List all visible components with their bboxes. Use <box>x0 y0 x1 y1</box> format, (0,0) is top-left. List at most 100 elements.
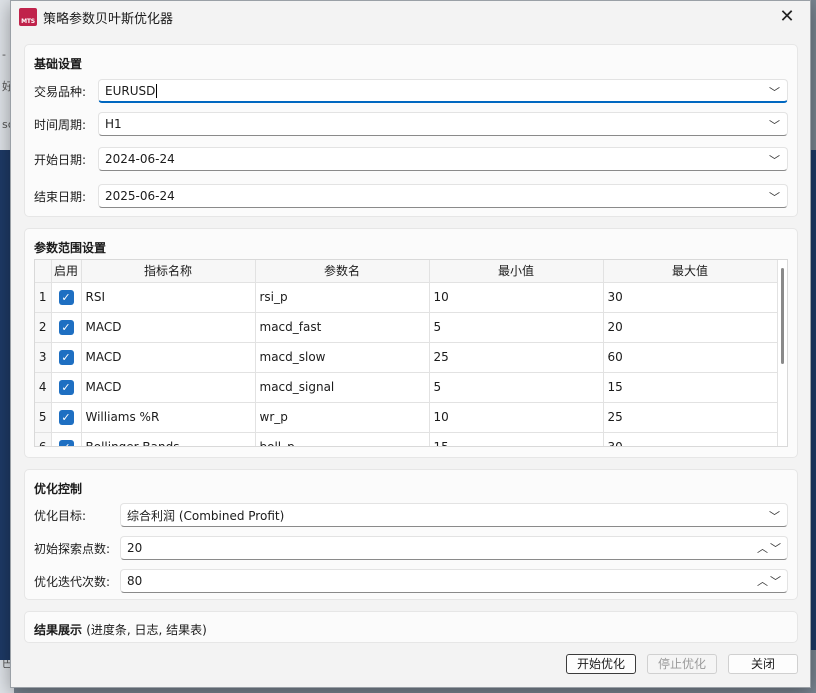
chevron-down-icon[interactable]: ﹀ <box>769 152 781 167</box>
param-name-cell[interactable]: wr_p <box>255 402 430 433</box>
enable-checkbox-cell[interactable]: ✓ <box>51 402 82 433</box>
param-table[interactable]: 启用 指标名称 参数名 最小值 最大值 1 ✓ RSI rsi_p 10 30 2 ✓ MACD… <box>34 259 788 447</box>
optimization-control-group: 优化控制 优化目标: 综合利润 (Combined Profit) ﹀ 初始探索… <box>24 469 798 600</box>
min-value-cell[interactable]: 10 <box>429 402 604 433</box>
checkbox-checked-icon[interactable]: ✓ <box>58 409 74 425</box>
spinbox-value: 80 <box>127 574 143 588</box>
spin-arrows-icon[interactable]: ︿﹀ <box>757 573 783 589</box>
chevron-down-icon[interactable]: ﹀ <box>769 508 781 523</box>
init-points-spinbox[interactable]: 20 ︿﹀ <box>120 536 788 560</box>
spinbox-value: 20 <box>127 541 143 555</box>
indicator-cell[interactable]: MACD <box>81 372 256 403</box>
column-header[interactable]: 最大值 <box>603 260 778 283</box>
text-caret <box>156 83 158 98</box>
chevron-down-icon[interactable]: ﹀ <box>769 117 781 132</box>
max-value-cell[interactable]: 60 <box>603 342 778 373</box>
close-button[interactable]: 关闭 <box>728 654 798 674</box>
app-logo-icon: MTS <box>19 8 37 26</box>
close-window-button[interactable]: ✕ <box>764 1 810 31</box>
table-row[interactable]: 2 ✓ MACD macd_fast 5 20 <box>35 312 778 343</box>
param-range-group: 参数范围设置 启用 指标名称 参数名 最小值 最大值 1 ✓ RSI rsi_p 1 <box>24 228 798 458</box>
table-row[interactable]: 1 ✓ RSI rsi_p 10 30 <box>35 282 778 313</box>
field-label: 优化目标: <box>34 508 87 523</box>
indicator-cell[interactable]: MACD <box>81 342 256 373</box>
column-header[interactable]: 最小值 <box>429 260 604 283</box>
iterations-row: 优化迭代次数: 80 ︿﹀ <box>34 569 788 593</box>
min-value-cell[interactable]: 15 <box>429 432 604 446</box>
max-value-cell[interactable]: 25 <box>603 402 778 433</box>
max-value-cell[interactable]: 30 <box>603 432 778 446</box>
symbol-row: 交易品种: EURUSD ﹀ <box>34 79 788 103</box>
table-row[interactable]: 4 ✓ MACD macd_signal 5 15 <box>35 372 778 403</box>
column-header[interactable]: 参数名 <box>255 260 430 283</box>
close-icon: ✕ <box>779 5 795 27</box>
indicator-cell[interactable]: Bollinger Bands <box>81 432 256 446</box>
param-name-cell[interactable]: macd_fast <box>255 312 430 343</box>
enable-checkbox-cell[interactable]: ✓ <box>51 282 82 313</box>
target-row: 优化目标: 综合利润 (Combined Profit) ﹀ <box>34 503 788 527</box>
end-date-row: 结束日期: 2025-06-24 ﹀ <box>34 184 788 208</box>
group-title: 参数范围设置 <box>34 241 107 255</box>
min-value-cell[interactable]: 25 <box>429 342 604 373</box>
checkbox-checked-icon[interactable]: ✓ <box>58 379 74 395</box>
column-header[interactable]: 指标名称 <box>81 260 256 283</box>
table-row[interactable]: 6 ✓ Bollinger Bands boll_p 15 30 <box>35 432 778 446</box>
max-value-cell[interactable]: 15 <box>603 372 778 403</box>
start-date-picker[interactable]: 2024-06-24 ﹀ <box>98 147 788 171</box>
field-label: 开始日期: <box>34 152 87 167</box>
iterations-spinbox[interactable]: 80 ︿﹀ <box>120 569 788 593</box>
min-value-cell[interactable]: 5 <box>429 372 604 403</box>
bg-fragment: - <box>2 48 6 61</box>
checkbox-checked-icon[interactable]: ✓ <box>58 289 74 305</box>
enable-checkbox-cell[interactable]: ✓ <box>51 372 82 403</box>
min-value-cell[interactable]: 5 <box>429 312 604 343</box>
group-title: 基础设置 <box>34 57 83 71</box>
target-combobox[interactable]: 综合利润 (Combined Profit) ﹀ <box>120 503 788 527</box>
stop-optimization-button[interactable]: 停止优化 <box>647 654 717 674</box>
row-number: 1 <box>35 282 52 313</box>
param-name-cell[interactable]: macd_slow <box>255 342 430 373</box>
results-group: 结果展示 (进度条, 日志, 结果表) <box>24 611 798 643</box>
min-value-cell[interactable]: 10 <box>429 282 604 313</box>
enable-checkbox-cell[interactable]: ✓ <box>51 342 82 373</box>
row-number: 6 <box>35 432 52 446</box>
combobox-value: 综合利润 (Combined Profit) <box>127 508 285 523</box>
spin-arrows-icon[interactable]: ︿﹀ <box>757 540 783 556</box>
indicator-cell[interactable]: MACD <box>81 312 256 343</box>
basic-settings-group: 基础设置 交易品种: EURUSD ﹀ 时间周期: H1 ﹀ 开始日期: 202… <box>24 44 798 217</box>
group-title: 优化控制 <box>34 482 83 496</box>
table-row[interactable]: 3 ✓ MACD macd_slow 25 60 <box>35 342 778 373</box>
results-subtitle: (进度条, 日志, 结果表) <box>86 623 207 637</box>
checkbox-checked-icon[interactable]: ✓ <box>58 349 74 365</box>
enable-checkbox-cell[interactable]: ✓ <box>51 432 82 446</box>
chevron-down-icon[interactable]: ﹀ <box>769 189 781 204</box>
param-name-cell[interactable]: rsi_p <box>255 282 430 313</box>
symbol-combobox[interactable]: EURUSD ﹀ <box>98 79 788 103</box>
checkbox-checked-icon[interactable]: ✓ <box>58 319 74 335</box>
field-label: 结束日期: <box>34 189 87 204</box>
param-name-cell[interactable]: macd_signal <box>255 372 430 403</box>
indicator-cell[interactable]: RSI <box>81 282 256 313</box>
table-scrollbar[interactable] <box>781 268 784 364</box>
table-header-row: 启用 指标名称 参数名 最小值 最大值 <box>35 260 778 283</box>
indicator-cell[interactable]: Williams %R <box>81 402 256 433</box>
column-header[interactable]: 启用 <box>51 260 82 283</box>
period-row: 时间周期: H1 ﹀ <box>34 112 788 136</box>
start-optimization-button[interactable]: 开始优化 <box>566 654 636 674</box>
combobox-value: EURUSD <box>105 83 156 98</box>
checkbox-checked-icon[interactable]: ✓ <box>58 439 74 446</box>
corner-header <box>35 260 52 283</box>
window-title: 策略参数贝叶斯优化器 <box>43 11 174 27</box>
period-combobox[interactable]: H1 ﹀ <box>98 112 788 136</box>
field-label: 时间周期: <box>34 117 87 132</box>
param-name-cell[interactable]: boll_p <box>255 432 430 446</box>
title-bar[interactable]: MTS 策略参数贝叶斯优化器 <box>11 1 810 33</box>
enable-checkbox-cell[interactable]: ✓ <box>51 312 82 343</box>
table-row[interactable]: 5 ✓ Williams %R wr_p 10 25 <box>35 402 778 433</box>
max-value-cell[interactable]: 30 <box>603 282 778 313</box>
end-date-picker[interactable]: 2025-06-24 ﹀ <box>98 184 788 208</box>
max-value-cell[interactable]: 20 <box>603 312 778 343</box>
row-number: 4 <box>35 372 52 403</box>
chevron-down-icon[interactable]: ﹀ <box>769 84 781 99</box>
start-date-row: 开始日期: 2024-06-24 ﹀ <box>34 147 788 171</box>
